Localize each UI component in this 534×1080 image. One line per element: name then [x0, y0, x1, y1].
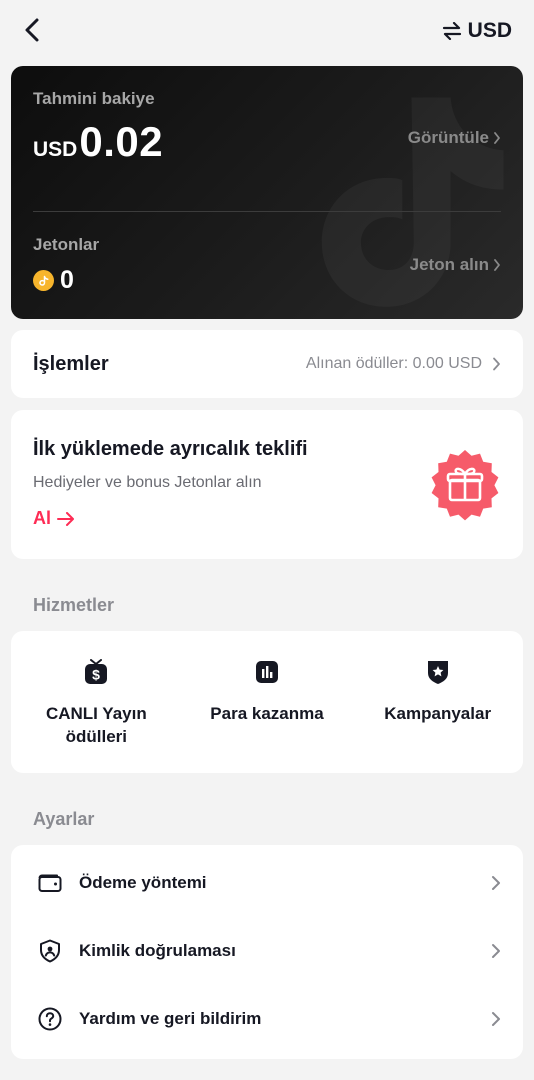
- setting-payment-method-label: Ödeme yöntemi: [79, 873, 207, 892]
- arrow-right-icon: [57, 511, 74, 526]
- view-balance-label: Görüntüle: [407, 128, 489, 147]
- balance-currency: USD: [33, 138, 78, 161]
- coin-icon: [33, 270, 54, 291]
- chevron-right-icon: [492, 876, 500, 890]
- service-live-rewards-label: CANLI Yayın ödülleri: [45, 704, 147, 746]
- back-button[interactable]: [16, 14, 48, 46]
- offer-get-button[interactable]: Al: [33, 508, 75, 529]
- balance-amount: 0.02: [79, 118, 164, 165]
- svg-text:$: $: [92, 667, 100, 683]
- offer-get-label: Al: [33, 508, 51, 528]
- chevron-right-icon: [493, 357, 500, 371]
- service-campaigns-label: Kampanyalar: [384, 704, 492, 723]
- setting-payment-method[interactable]: Ödeme yöntemi: [11, 849, 523, 917]
- help-circle-icon: [37, 1006, 63, 1032]
- chevron-right-icon: [492, 1012, 500, 1026]
- card-divider: [33, 211, 501, 212]
- setting-identity-verification-label: Kimlik doğrulaması: [79, 941, 236, 960]
- coins-label: Jetonlar: [33, 235, 100, 254]
- balance-card: Tahmini bakiye USD 0.02 Görüntüle Jetonl…: [11, 66, 523, 319]
- transactions-title: İşlemler: [33, 352, 109, 375]
- shield-user-icon: [37, 938, 63, 964]
- settings-section-title: Ayarlar: [33, 809, 95, 829]
- rewards-received-text: Alınan ödüller: 0.00 USD: [305, 355, 482, 372]
- setting-identity-verification[interactable]: Kimlik doğrulaması: [11, 917, 523, 985]
- service-campaigns[interactable]: Kampanyalar: [352, 631, 523, 773]
- service-live-rewards[interactable]: $ CANLI Yayın ödülleri: [11, 631, 182, 773]
- coins-count: 0: [60, 266, 74, 294]
- top-bar: USD: [0, 0, 534, 62]
- service-monetization[interactable]: Para kazanma: [182, 631, 353, 773]
- currency-label: USD: [467, 19, 512, 42]
- chevron-right-icon: [492, 944, 500, 958]
- first-recharge-offer-card[interactable]: İlk yüklemede ayrıcalık teklifi Hediyele…: [11, 410, 523, 559]
- chart-icon: [254, 659, 280, 685]
- chevron-right-icon: [494, 259, 500, 271]
- currency-switch-button[interactable]: USD: [442, 16, 512, 46]
- offer-title: İlk yüklemede ayrıcalık teklifi: [33, 438, 308, 460]
- wallet-icon: [37, 870, 63, 896]
- live-rewards-icon: $: [83, 659, 109, 685]
- service-monetization-label: Para kazanma: [210, 704, 324, 723]
- get-coins-label: Jeton alın: [409, 255, 489, 274]
- offer-subtitle: Hediyeler ve bonus Jetonlar alın: [33, 474, 262, 491]
- transactions-summary: Alınan ödüller: 0.00 USD: [306, 355, 501, 373]
- setting-help-feedback[interactable]: Yardım ve geri bildirim: [11, 985, 523, 1053]
- coins-value: 0: [33, 266, 74, 295]
- chevron-right-icon: [494, 132, 500, 144]
- services-card: $ CANLI Yayın ödülleri Para kazanma Kamp…: [11, 631, 523, 773]
- campaign-badge-icon: [425, 659, 451, 685]
- tiktok-logo-icon: [321, 97, 504, 307]
- services-section-title: Hizmetler: [33, 595, 115, 615]
- gift-icon: [431, 450, 499, 521]
- transactions-row[interactable]: İşlemler Alınan ödüller: 0.00 USD: [11, 330, 523, 398]
- estimated-balance-label: Tahmini bakiye: [33, 89, 155, 108]
- estimated-balance-value: USD 0.02: [33, 118, 163, 166]
- setting-help-feedback-label: Yardım ve geri bildirim: [79, 1009, 262, 1028]
- chevron-left-icon: [25, 18, 39, 42]
- view-balance-link[interactable]: Görüntüle: [408, 128, 501, 148]
- swap-arrows-icon: [442, 22, 461, 40]
- get-coins-link[interactable]: Jeton alın: [410, 255, 501, 275]
- settings-card: Ödeme yöntemi Kimlik doğrulaması Yardım …: [11, 845, 523, 1059]
